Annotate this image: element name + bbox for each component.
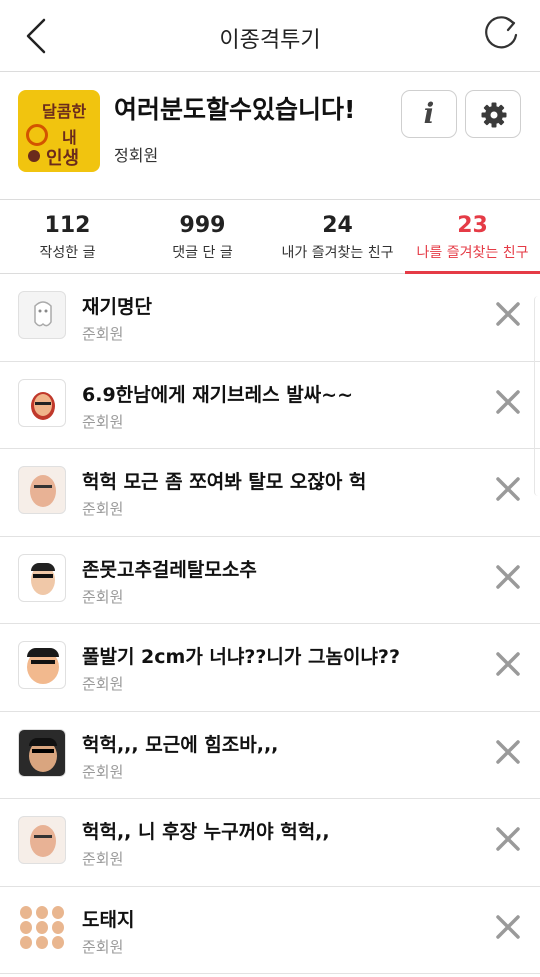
profile-rank: 정회원 (114, 146, 159, 165)
friend-list: 재기명단 준회원 6.9한남에게 재기브레스 발싸~~ 준회원 헉헉 모근 좀 … (0, 274, 540, 974)
close-icon[interactable] (494, 300, 522, 328)
close-icon[interactable] (494, 563, 522, 591)
friend-rank: 준회원 (82, 412, 124, 431)
stat-label: 내가 즐겨찾는 친구 (281, 245, 394, 261)
avatar (18, 466, 66, 514)
page-title: 이종격투기 (219, 28, 321, 53)
stat-count: 999 (179, 213, 226, 238)
list-item[interactable]: 풀발기 2cm가 너냐??니가 그놈이냐?? 준회원 (0, 624, 540, 712)
tab-friends-favoriting-me[interactable]: 23 나를 즐겨찾는 친구 (405, 200, 540, 274)
avatar (18, 816, 66, 864)
friend-name: 재기명단 (82, 296, 152, 318)
avatar (18, 641, 66, 689)
profile-header: 달콤한 내 인생 여러분도할수있습니다! 정회원 i (0, 72, 540, 200)
friend-name: 풀발기 2cm가 너냐??니가 그놈이냐?? (82, 646, 400, 668)
default-avatar-icon (34, 301, 52, 327)
close-icon[interactable] (494, 475, 522, 503)
tab-written-posts[interactable]: 112 작성한 글 (0, 200, 135, 274)
gear-icon (481, 102, 507, 128)
info-button[interactable]: i (401, 90, 457, 138)
friend-rank: 준회원 (82, 937, 124, 956)
scrollbar[interactable] (534, 296, 540, 496)
tab-commented-posts[interactable]: 999 댓글 단 글 (135, 200, 270, 274)
friend-rank: 준회원 (82, 325, 124, 343)
close-icon[interactable] (494, 825, 522, 853)
stat-count: 112 (44, 213, 91, 238)
friend-rank: 준회원 (82, 587, 124, 606)
close-icon[interactable] (494, 388, 522, 416)
friend-name: 헉헉,,, 모근에 힘조바,,, (82, 733, 279, 756)
avatar (18, 903, 66, 952)
avatar (18, 291, 66, 339)
stat-count: 24 (322, 213, 353, 238)
friend-name: 도태지 (82, 908, 135, 931)
list-item[interactable]: 헉헉 모근 좀 쪼여봐 탈모 오잖아 헉 준회원 (0, 449, 540, 537)
friend-name: 헉헉,, 니 후장 누구꺼야 헉헉,, (82, 821, 330, 843)
info-icon: i (423, 97, 435, 130)
list-item[interactable]: 도태지 준회원 (0, 887, 540, 974)
profile-name: 여러분도할수있습니다! (114, 95, 356, 124)
friend-rank: 준회원 (82, 762, 124, 781)
tab-my-favorite-friends[interactable]: 24 내가 즐겨찾는 친구 (270, 200, 405, 274)
profile-avatar[interactable]: 달콤한 내 인생 (18, 90, 100, 172)
list-item[interactable]: 존못고추걸레탈모소추 준회원 (0, 537, 540, 624)
list-item[interactable]: 재기명단 준회원 (0, 274, 540, 362)
friend-name: 존못고추걸레탈모소추 (82, 558, 257, 581)
list-item[interactable]: 헉헉,,, 모근에 힘조바,,, 준회원 (0, 712, 540, 799)
swirl-icon (26, 124, 48, 146)
stat-label: 작성한 글 (39, 245, 96, 261)
avatar (18, 728, 66, 777)
stat-label: 댓글 단 글 (172, 245, 233, 261)
top-bar: 이종격투기 (0, 0, 540, 72)
list-item[interactable]: 헉헉,, 니 후장 누구꺼야 헉헉,, 준회원 (0, 799, 540, 887)
list-item[interactable]: 6.9한남에게 재기브레스 발싸~~ 준회원 (0, 362, 540, 449)
friend-rank: 준회원 (82, 500, 124, 518)
avatar (18, 378, 66, 427)
friend-rank: 준회원 (82, 675, 124, 693)
stat-count: 23 (457, 213, 488, 238)
close-icon[interactable] (494, 738, 522, 766)
friend-rank: 준회원 (82, 850, 124, 868)
avatar-text-1: 달콤한 (42, 102, 87, 121)
close-icon[interactable] (494, 650, 522, 678)
friend-name: 6.9한남에게 재기브레스 발싸~~ (82, 383, 354, 406)
friend-name: 헉헉 모근 좀 쪼여봐 탈모 오잖아 헉 (82, 471, 367, 493)
stat-label: 나를 즐겨찾는 친구 (416, 245, 529, 261)
avatar (18, 553, 66, 602)
stats-tabs: 112 작성한 글 999 댓글 단 글 24 내가 즐겨찾는 친구 23 나를… (0, 200, 540, 274)
refresh-icon[interactable] (480, 14, 522, 56)
close-icon[interactable] (494, 913, 522, 941)
settings-button[interactable] (465, 90, 521, 138)
avatar-text-3: 인생 (46, 148, 80, 169)
dot-icon (28, 150, 40, 162)
